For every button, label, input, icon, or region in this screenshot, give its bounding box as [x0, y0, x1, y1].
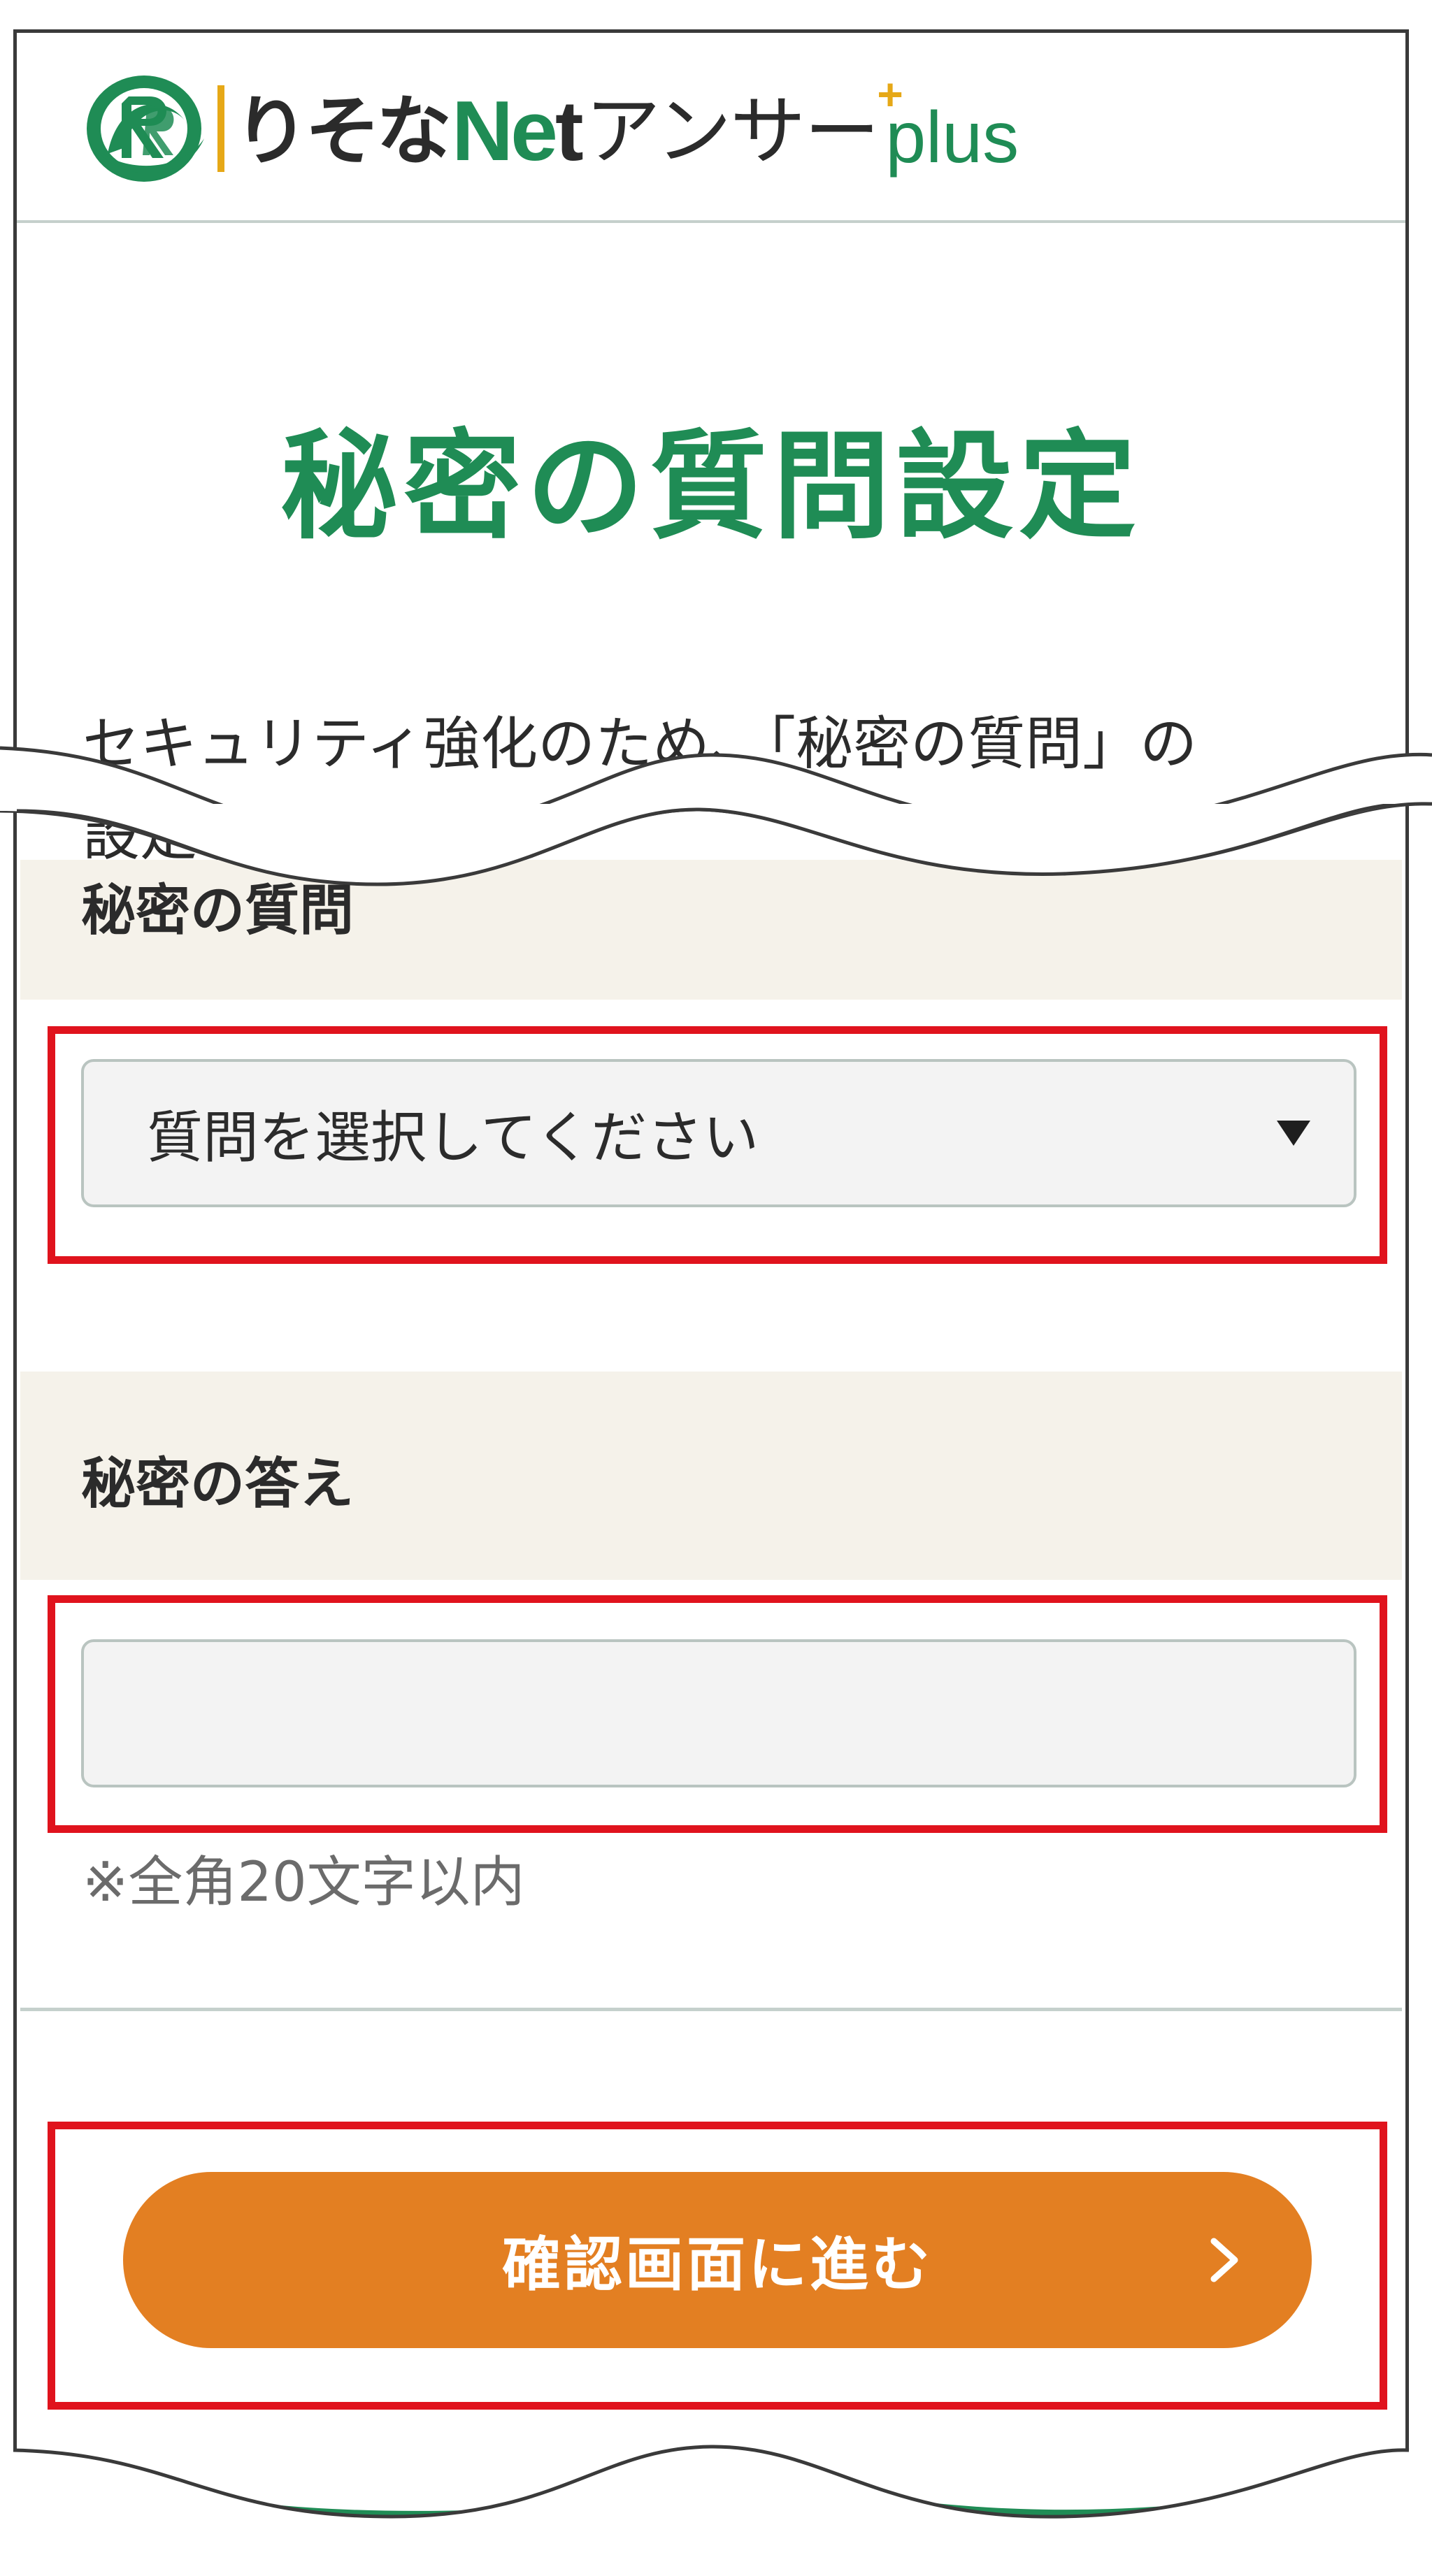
answer-input[interactable] [81, 1639, 1356, 1787]
question-section-label: 秘密の質問 [81, 879, 355, 942]
screen: りそな Net アンサー + plus 秘密の質問設定 セキュリティ強化のため、… [0, 0, 1432, 2576]
logo-plus-sign: + [877, 69, 903, 120]
app-logo-text: りそな Net アンサー + plus [234, 69, 1019, 180]
question-select-value: 質問を選択してください [147, 1105, 759, 1170]
confirm-button-label: 確認画面に進む [501, 2229, 933, 2299]
resona-logo-icon [87, 75, 204, 182]
answer-section-label: 秘密の答え [81, 1452, 355, 1516]
logo-plus-wrap: + plus [877, 69, 1019, 180]
question-select[interactable]: 質問を選択してください [81, 1059, 1356, 1207]
logo-plus: plus [885, 97, 1019, 178]
logo-net-t: t [554, 83, 584, 178]
page-title: 秘密の質問設定 [280, 417, 1142, 555]
logo-divider [217, 85, 224, 172]
confirm-button[interactable]: 確認画面に進む [123, 2172, 1312, 2348]
bottom-wave-cut [0, 2445, 1432, 2576]
logo-net: Net [452, 82, 584, 180]
chevron-right-icon [1210, 2238, 1238, 2282]
logo-net-ne: Ne [452, 83, 558, 178]
logo-risona: りそな [234, 89, 452, 173]
app-header: りそな Net アンサー + plus [17, 33, 1405, 223]
logo-answer: アンサー [585, 89, 880, 173]
caret-down-icon [1277, 1121, 1310, 1146]
answer-note: ※全角20文字以内 [83, 1851, 525, 1914]
section-divider [20, 2008, 1402, 2011]
